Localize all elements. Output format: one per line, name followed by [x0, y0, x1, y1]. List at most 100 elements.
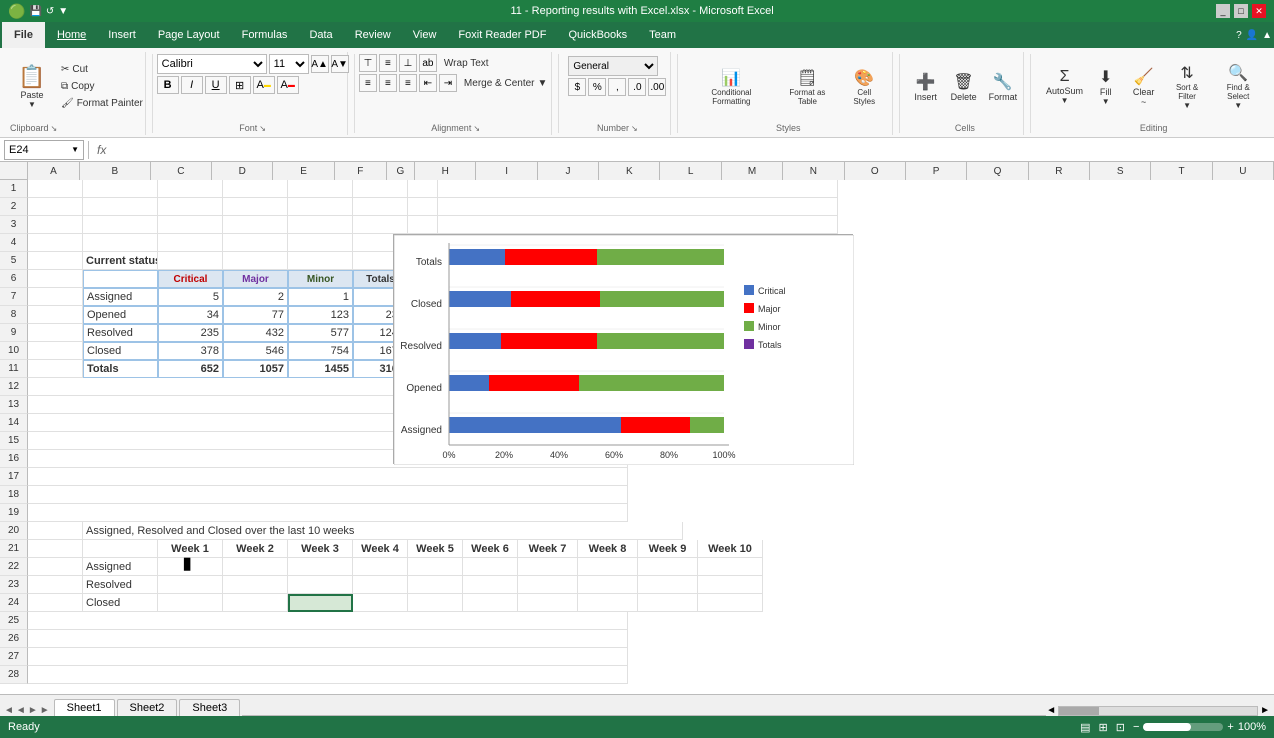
chart-container[interactable]: Totals Closed Resolved Opened Assigned [393, 234, 853, 464]
col-header-o[interactable]: O [845, 162, 906, 180]
cell-d1[interactable] [223, 180, 288, 198]
next-sheet-button[interactable]: ► [40, 705, 50, 716]
cell-f24[interactable] [353, 594, 408, 612]
cut-button[interactable]: ✂ Cut [56, 62, 148, 77]
col-header-k[interactable]: K [599, 162, 660, 180]
cell-e2[interactable] [288, 198, 353, 216]
col-header-n[interactable]: N [783, 162, 844, 180]
cell-j23[interactable] [578, 576, 638, 594]
cell-g23[interactable] [408, 576, 463, 594]
cell-b3[interactable] [83, 216, 158, 234]
borders-button[interactable]: ⊞ [229, 76, 251, 94]
menu-formulas[interactable]: Formulas [232, 22, 298, 48]
cell-h2[interactable] [438, 198, 838, 216]
menu-home[interactable]: Home [47, 22, 96, 48]
number-label[interactable]: Number ↘ [597, 119, 638, 133]
cell-a7[interactable] [28, 288, 83, 306]
cell-c2[interactable] [158, 198, 223, 216]
cell-b21[interactable] [83, 540, 158, 558]
cell-a10[interactable] [28, 342, 83, 360]
cell-l21[interactable]: Week 10 [698, 540, 763, 558]
cell-k22[interactable] [638, 558, 698, 576]
cell-b5[interactable]: Current status of defects [83, 252, 158, 270]
cell-b20[interactable]: Assigned, Resolved and Closed over the l… [83, 522, 683, 540]
view-layout-button[interactable]: ⊞ [1099, 721, 1108, 734]
cell-g24[interactable] [408, 594, 463, 612]
cell-row27[interactable] [28, 648, 628, 666]
cell-row17[interactable] [28, 468, 628, 486]
cell-c9[interactable]: 235 [158, 324, 223, 342]
cell-k21[interactable]: Week 9 [638, 540, 698, 558]
cell-e22[interactable] [288, 558, 353, 576]
cell-g22[interactable] [408, 558, 463, 576]
prev-page-button[interactable]: ◄ [16, 705, 26, 716]
col-header-q[interactable]: Q [967, 162, 1028, 180]
fill-button[interactable]: ⬇ Fill ▼ [1088, 62, 1124, 112]
cell-j24[interactable] [578, 594, 638, 612]
align-center-button[interactable]: ≡ [379, 74, 397, 92]
cell-l24[interactable] [698, 594, 763, 612]
cell-b23[interactable]: Resolved [83, 576, 158, 594]
decrease-indent-button[interactable]: ⇤ [419, 74, 437, 92]
menu-view[interactable]: View [403, 22, 447, 48]
cell-a24[interactable] [28, 594, 83, 612]
col-header-h[interactable]: H [415, 162, 476, 180]
cell-d21[interactable]: Week 2 [223, 540, 288, 558]
cell-b7[interactable]: Assigned [83, 288, 158, 306]
cell-a2[interactable] [28, 198, 83, 216]
autosum-button[interactable]: Σ AutoSum ▼ [1043, 62, 1085, 112]
close-button[interactable]: ✕ [1252, 4, 1266, 18]
cell-f22[interactable] [353, 558, 408, 576]
menu-pagelayout[interactable]: Page Layout [148, 22, 230, 48]
underline-button[interactable]: U [205, 76, 227, 94]
cell-i23[interactable] [518, 576, 578, 594]
col-header-d[interactable]: D [212, 162, 273, 180]
cell-i24[interactable] [518, 594, 578, 612]
cell-c4[interactable] [158, 234, 223, 252]
cell-row25[interactable] [28, 612, 628, 630]
col-header-p[interactable]: P [906, 162, 967, 180]
cell-g1[interactable] [408, 180, 438, 198]
cell-e8[interactable]: 123 [288, 306, 353, 324]
cell-a3[interactable] [28, 216, 83, 234]
cell-c21[interactable]: Week 1 [158, 540, 223, 558]
cell-d11[interactable]: 1057 [223, 360, 288, 378]
horizontal-scroll-left[interactable]: ◄ [1046, 705, 1056, 716]
prev-sheet-button[interactable]: ◄ [4, 705, 14, 716]
sheet-tab-3[interactable]: Sheet3 [179, 699, 240, 716]
cell-a8[interactable] [28, 306, 83, 324]
cell-f3[interactable] [353, 216, 408, 234]
orientation-button[interactable]: ab [419, 54, 437, 72]
cell-c11[interactable]: 652 [158, 360, 223, 378]
cell-e4[interactable] [288, 234, 353, 252]
cell-a9[interactable] [28, 324, 83, 342]
align-middle-button[interactable]: ≡ [379, 54, 397, 72]
col-header-i[interactable]: I [476, 162, 537, 180]
col-header-t[interactable]: T [1151, 162, 1212, 180]
cell-d6[interactable]: Major [223, 270, 288, 288]
number-format-select[interactable]: General [568, 56, 658, 76]
col-header-s[interactable]: S [1090, 162, 1151, 180]
cell-d7[interactable]: 2 [223, 288, 288, 306]
zoom-in-button[interactable]: + [1227, 721, 1233, 733]
clipboard-label[interactable]: Clipboard ↘ [10, 119, 150, 133]
increase-font-button[interactable]: A▲ [311, 55, 329, 73]
menu-quickbooks[interactable]: QuickBooks [558, 22, 637, 48]
zoom-slider[interactable] [1143, 723, 1223, 731]
cell-b9[interactable]: Resolved [83, 324, 158, 342]
font-size-select[interactable]: 11 [269, 54, 309, 74]
cell-f2[interactable] [353, 198, 408, 216]
cell-a4[interactable] [28, 234, 83, 252]
cell-a1[interactable] [28, 180, 83, 198]
cell-e11[interactable]: 1455 [288, 360, 353, 378]
cell-f23[interactable] [353, 576, 408, 594]
decrease-font-button[interactable]: A▼ [331, 55, 349, 73]
cell-d4[interactable] [223, 234, 288, 252]
cell-e10[interactable]: 754 [288, 342, 353, 360]
cell-d3[interactable] [223, 216, 288, 234]
name-box[interactable]: E24 ▼ [4, 140, 84, 160]
horizontal-scrollbar[interactable] [1058, 706, 1258, 716]
view-page-break-button[interactable]: ⊡ [1116, 721, 1125, 734]
align-left-button[interactable]: ≡ [359, 74, 377, 92]
cell-d5[interactable] [223, 252, 288, 270]
